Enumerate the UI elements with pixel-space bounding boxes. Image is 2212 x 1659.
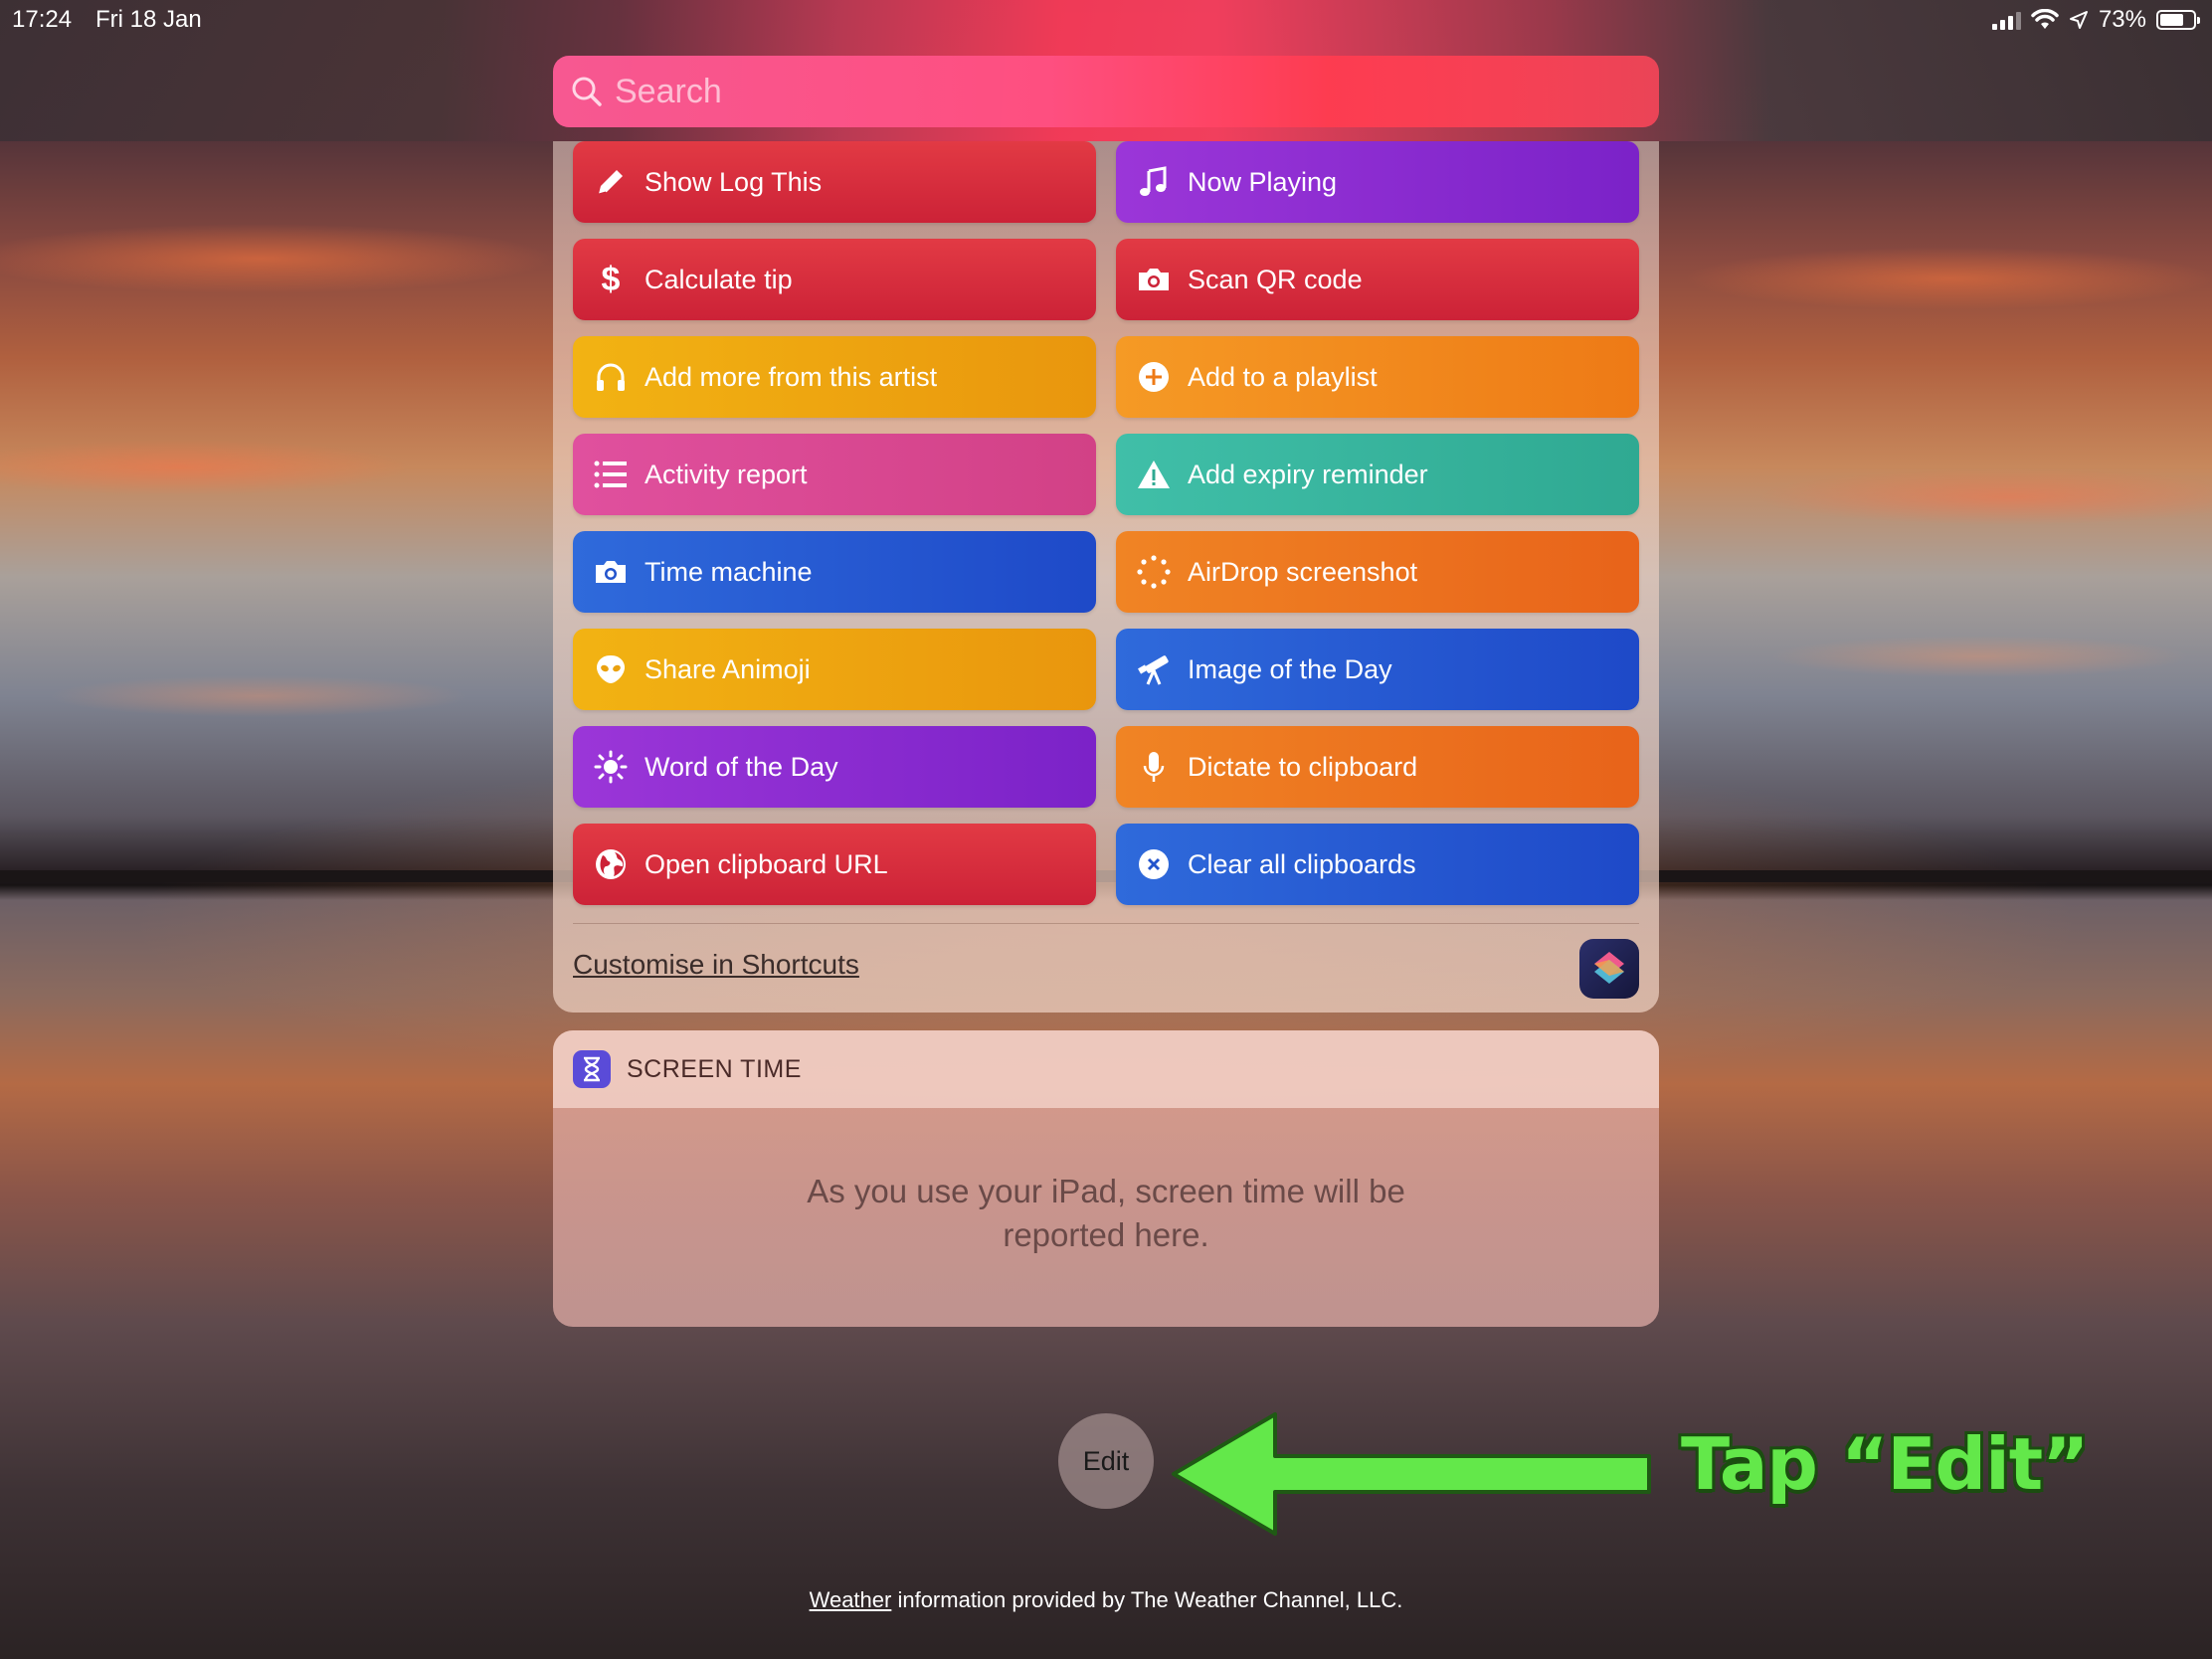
battery-percent: 73%	[2098, 6, 2146, 33]
shortcut-label: AirDrop screenshot	[1188, 556, 1418, 587]
search-input[interactable]	[613, 71, 1512, 112]
cellular-signal-icon	[1991, 10, 2021, 30]
plus-circle-icon	[1136, 359, 1172, 395]
screen-time-title: SCREEN TIME	[627, 1054, 802, 1083]
shortcut-label: Clear all clipboards	[1188, 848, 1416, 879]
shortcut-label: Word of the Day	[645, 751, 838, 782]
screen-time-header[interactable]: SCREEN TIME	[553, 1030, 1659, 1108]
shortcut-label: Time machine	[645, 556, 813, 587]
dollar-icon: $	[601, 260, 621, 298]
shortcut-add-to-playlist[interactable]: Add to a playlist	[1116, 336, 1639, 418]
airdrop-icon	[1136, 554, 1172, 590]
shortcut-label: Share Animoji	[645, 653, 811, 684]
screen-time-message-line: As you use your iPad, screen time will b…	[807, 1173, 1405, 1209]
alien-icon	[593, 651, 629, 687]
wifi-icon	[2031, 9, 2059, 29]
shortcut-label: Image of the Day	[1188, 653, 1392, 684]
music-note-icon	[1136, 164, 1172, 200]
shortcut-share-animoji[interactable]: Share Animoji	[573, 629, 1096, 710]
warning-icon	[1136, 457, 1172, 492]
pencil-icon	[593, 164, 629, 200]
shortcut-word-of-the-day[interactable]: Word of the Day	[573, 726, 1096, 808]
search-bar[interactable]	[553, 56, 1659, 127]
shortcut-add-expiry-reminder[interactable]: Add expiry reminder	[1116, 434, 1639, 515]
shortcut-open-clipboard-url[interactable]: Open clipboard URL	[573, 824, 1096, 905]
headphones-icon	[593, 359, 629, 395]
battery-icon	[2156, 10, 2200, 30]
screen-time-message: As you use your iPad, screen time will b…	[553, 1170, 1659, 1257]
annotation-arrow	[1172, 1412, 1651, 1536]
shortcut-calculate-tip[interactable]: $ Calculate tip	[573, 239, 1096, 320]
shortcut-clear-all-clipboards[interactable]: Clear all clipboards	[1116, 824, 1639, 905]
shortcuts-widget: Show Log This Now Playing $ Calculate ti…	[553, 141, 1659, 1013]
sun-icon	[593, 749, 629, 785]
weather-link[interactable]: Weather	[810, 1587, 892, 1612]
shortcut-add-more-from-artist[interactable]: Add more from this artist	[573, 336, 1096, 418]
globe-icon	[593, 846, 629, 882]
status-date: Fri 18 Jan	[95, 6, 202, 33]
status-bar: 17:24 Fri 18 Jan 73%	[0, 0, 2212, 40]
shortcut-activity-report[interactable]: Activity report	[573, 434, 1096, 515]
shortcut-label: Dictate to clipboard	[1188, 751, 1418, 782]
shortcut-label: Scan QR code	[1188, 264, 1363, 294]
shortcut-label: Add to a playlist	[1188, 361, 1378, 392]
shortcut-label: Calculate tip	[645, 264, 793, 294]
edit-button[interactable]: Edit	[1058, 1413, 1154, 1509]
camera-icon	[593, 554, 629, 590]
hourglass-icon	[573, 1050, 611, 1088]
status-time: 17:24	[12, 6, 73, 33]
annotation-text: Tap “Edit”	[1681, 1422, 2089, 1506]
list-icon	[593, 457, 629, 492]
shortcut-dictate-to-clipboard[interactable]: Dictate to clipboard	[1116, 726, 1639, 808]
status-indicators: 73%	[1991, 6, 2200, 34]
customise-in-shortcuts-link[interactable]: Customise in Shortcuts	[573, 949, 859, 981]
shortcut-time-machine[interactable]: Time machine	[573, 531, 1096, 613]
microphone-icon	[1136, 749, 1172, 785]
shortcut-label: Add expiry reminder	[1188, 459, 1428, 489]
shortcut-label: Now Playing	[1188, 166, 1338, 197]
shortcut-now-playing[interactable]: Now Playing	[1116, 141, 1639, 223]
x-circle-icon	[1136, 846, 1172, 882]
shortcut-scan-qr-code[interactable]: Scan QR code	[1116, 239, 1639, 320]
shortcut-label: Show Log This	[645, 166, 823, 197]
shortcut-image-of-the-day[interactable]: Image of the Day	[1116, 629, 1639, 710]
camera-icon	[1136, 262, 1172, 297]
shortcut-label: Open clipboard URL	[645, 848, 888, 879]
attribution-text: information provided by The Weather Chan…	[891, 1587, 1403, 1612]
divider	[573, 923, 1639, 924]
shortcut-label: Add more from this artist	[645, 361, 938, 392]
search-icon	[572, 77, 602, 106]
telescope-icon	[1136, 651, 1172, 687]
shortcut-label: Activity report	[645, 459, 808, 489]
weather-attribution: Weather information provided by The Weat…	[0, 1587, 2212, 1613]
shortcuts-app-icon[interactable]	[1579, 939, 1639, 999]
location-icon	[2069, 11, 2088, 29]
shortcut-airdrop-screenshot[interactable]: AirDrop screenshot	[1116, 531, 1639, 613]
screen-time-message-line: reported here.	[1003, 1216, 1209, 1253]
shortcut-show-log-this[interactable]: Show Log This	[573, 141, 1096, 223]
screen-time-widget: SCREEN TIME As you use your iPad, screen…	[553, 1030, 1659, 1327]
